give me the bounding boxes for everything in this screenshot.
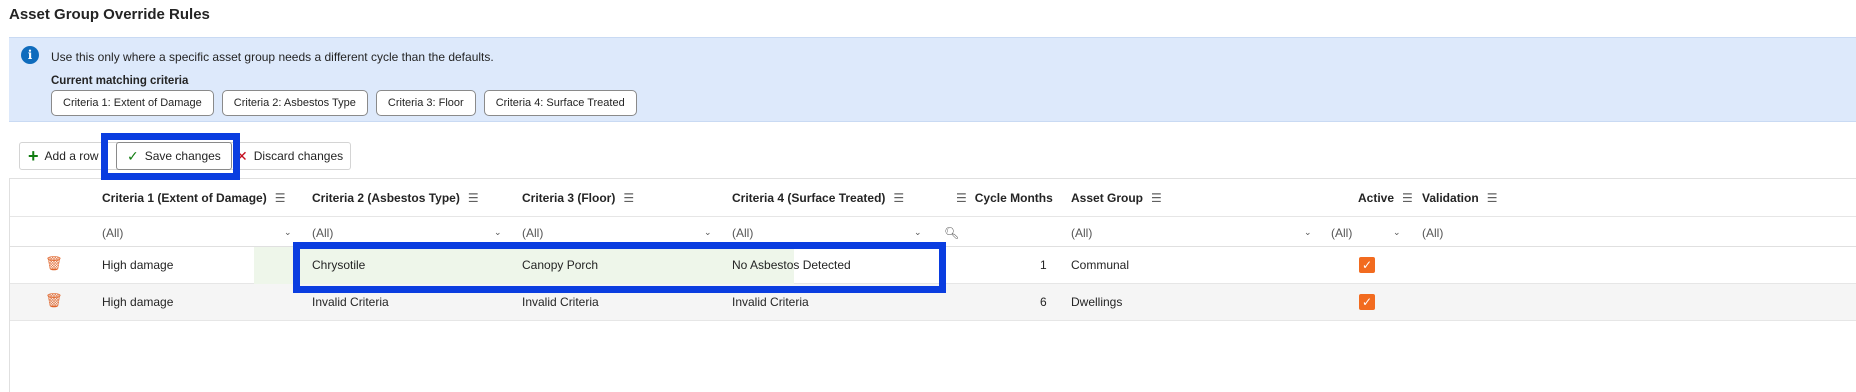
- cell-asset-group[interactable]: Dwellings: [1071, 295, 1122, 309]
- filter-menu-icon[interactable]: ☰: [893, 191, 904, 205]
- edited-row-highlight: [293, 242, 946, 293]
- column-header-label: Cycle Months: [974, 191, 1053, 205]
- column-header-validation[interactable]: Validation ☰: [1422, 191, 1497, 205]
- save-button-highlight: [101, 133, 240, 180]
- chevron-down-icon[interactable]: ⌄: [704, 227, 712, 238]
- filter-active[interactable]: (All): [1331, 226, 1352, 240]
- column-header-cycle-months[interactable]: ☰ Cycle Months: [956, 191, 1053, 205]
- column-header-criteria-4[interactable]: Criteria 4 (Surface Treated) ☰: [732, 191, 904, 205]
- column-header-criteria-1[interactable]: Criteria 1 (Extent of Damage) ☰: [102, 191, 285, 205]
- trash-icon[interactable]: 🗑︎: [45, 292, 63, 309]
- criteria-chip-2[interactable]: Criteria 2: Asbestos Type: [221, 90, 368, 116]
- add-row-label: Add a row: [44, 149, 99, 163]
- column-header-criteria-2[interactable]: Criteria 2 (Asbestos Type) ☰: [312, 191, 479, 205]
- info-message: Use this only where a specific asset gro…: [51, 50, 494, 64]
- filter-menu-icon[interactable]: ☰: [1487, 191, 1498, 205]
- cell-cycle-months[interactable]: 6: [1040, 295, 1047, 309]
- cell-criteria-1[interactable]: High damage: [102, 295, 173, 309]
- grid-header: Criteria 1 (Extent of Damage) ☰ Criteria …: [10, 179, 1856, 217]
- column-header-label: Criteria 2 (Asbestos Type): [312, 191, 460, 205]
- column-header-label: Criteria 1 (Extent of Damage): [102, 191, 267, 205]
- filter-menu-icon[interactable]: ☰: [1402, 191, 1413, 205]
- criteria-chip-3[interactable]: Criteria 3: Floor: [375, 90, 476, 116]
- info-banner: i Use this only where a specific asset g…: [9, 37, 1856, 122]
- discard-changes-label: Discard changes: [253, 149, 344, 163]
- active-checkbox[interactable]: ✓: [1359, 257, 1375, 273]
- filter-criteria-1[interactable]: (All): [102, 226, 123, 240]
- column-header-criteria-3[interactable]: Criteria 3 (Floor) ☰: [522, 191, 634, 205]
- cell-criteria-4[interactable]: Invalid Criteria: [732, 295, 809, 309]
- column-header-label: Validation: [1422, 191, 1479, 205]
- filter-menu-icon[interactable]: ☰: [956, 191, 967, 205]
- filter-menu-icon[interactable]: ☰: [275, 191, 286, 205]
- add-row-button[interactable]: + Add a row: [28, 143, 99, 169]
- filter-criteria-3[interactable]: (All): [522, 226, 543, 240]
- criteria-chip-4[interactable]: Criteria 4: Surface Treated: [483, 90, 637, 116]
- column-header-active[interactable]: Active ☰: [1358, 191, 1413, 205]
- filter-criteria-4[interactable]: (All): [732, 226, 753, 240]
- column-header-label: Criteria 4 (Surface Treated): [732, 191, 886, 205]
- cell-asset-group[interactable]: Communal: [1071, 258, 1129, 272]
- filter-menu-icon[interactable]: ☰: [1151, 191, 1162, 205]
- column-header-label: Asset Group: [1071, 191, 1144, 205]
- filter-criteria-2[interactable]: (All): [312, 226, 333, 240]
- criteria-chips: Criteria 1: Extent of Damage Criteria 2:…: [51, 90, 637, 116]
- cell-cycle-months[interactable]: 1: [1040, 258, 1047, 272]
- page-title: Asset Group Override Rules: [9, 6, 210, 23]
- criteria-label: Current matching criteria: [51, 75, 189, 87]
- column-header-label: Criteria 3 (Floor): [522, 191, 616, 205]
- chevron-down-icon[interactable]: ⌄: [284, 227, 292, 238]
- discard-changes-button[interactable]: ✕ Discard changes: [236, 143, 343, 169]
- plus-icon: +: [28, 146, 39, 166]
- chevron-down-icon[interactable]: ⌄: [494, 227, 502, 238]
- filter-validation[interactable]: (All): [1422, 226, 1443, 240]
- cell-criteria-3[interactable]: Invalid Criteria: [522, 295, 599, 309]
- trash-icon[interactable]: 🗑︎: [45, 255, 63, 272]
- filter-menu-icon[interactable]: ☰: [468, 191, 479, 205]
- chevron-down-icon[interactable]: ⌄: [1393, 227, 1401, 238]
- chevron-down-icon[interactable]: ⌄: [914, 227, 922, 238]
- cell-criteria-2[interactable]: Invalid Criteria: [312, 295, 389, 309]
- criteria-chip-1[interactable]: Criteria 1: Extent of Damage: [51, 90, 214, 116]
- column-header-label: Active: [1358, 191, 1395, 205]
- filter-menu-icon[interactable]: ☰: [623, 191, 634, 205]
- chevron-down-icon[interactable]: ⌄: [1304, 227, 1312, 238]
- column-header-asset-group[interactable]: Asset Group ☰: [1071, 191, 1162, 205]
- active-checkbox[interactable]: ✓: [1359, 294, 1375, 310]
- filter-asset-group[interactable]: (All): [1071, 226, 1092, 240]
- search-icon[interactable]: 🔍︎: [944, 226, 959, 240]
- cell-criteria-1[interactable]: High damage: [102, 258, 173, 272]
- info-icon: i: [21, 46, 39, 64]
